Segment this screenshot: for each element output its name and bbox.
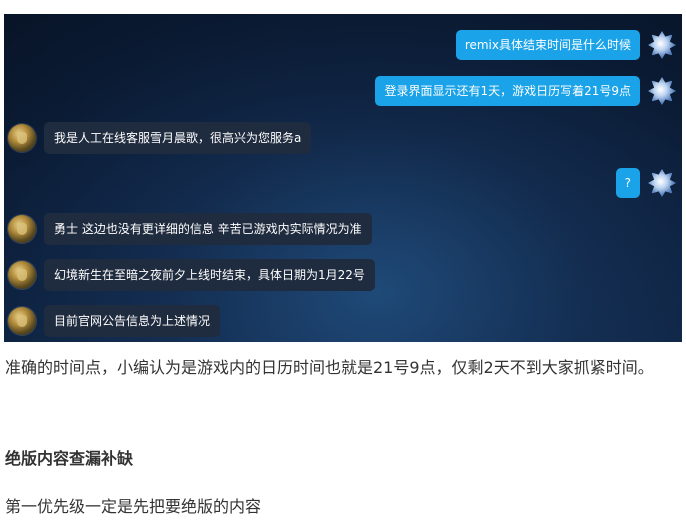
- user-avatar-icon: [648, 169, 676, 197]
- incoming-message-bubble: 目前官网公告信息为上述情况: [44, 305, 221, 337]
- incoming-message-bubble: 我是人工在线客服雪月晨歌，很高兴为您服务a: [44, 122, 312, 154]
- message-row-incoming: 勇士 这边也没有更详细的信息 辛苦已游戏内实际情况为准: [8, 213, 372, 245]
- incoming-message-bubble: 幻境新生在至暗之夜前夕上线时结束，具体日期为1月22号: [44, 259, 375, 291]
- outgoing-message-bubble: ?: [615, 168, 640, 198]
- user-avatar-icon: [648, 31, 676, 59]
- article-paragraph: 准确的时间点，小编认为是游戏内的日历时间也就是21号9点，仅剩2天不到大家抓紧时…: [5, 358, 654, 377]
- message-row-incoming: 我是人工在线客服雪月晨歌，很高兴为您服务a: [8, 122, 312, 154]
- user-avatar-icon: [648, 77, 676, 105]
- message-row-incoming: 目前官网公告信息为上述情况: [8, 305, 221, 337]
- agent-avatar-icon: [8, 261, 36, 289]
- article-heading: 绝版内容查漏补缺: [5, 449, 134, 468]
- outgoing-message-bubble: remix具体结束时间是什么时候: [455, 30, 640, 60]
- chat-screenshot: remix具体结束时间是什么时候 登录界面显示还有1天，游戏日历写着21号9点 …: [4, 14, 682, 342]
- incoming-message-bubble: 勇士 这边也没有更详细的信息 辛苦已游戏内实际情况为准: [44, 213, 372, 245]
- message-row-outgoing: ?: [615, 168, 676, 198]
- agent-avatar-icon: [8, 215, 36, 243]
- message-row-outgoing: remix具体结束时间是什么时候: [455, 30, 676, 60]
- message-row-incoming: 幻境新生在至暗之夜前夕上线时结束，具体日期为1月22号: [8, 259, 375, 291]
- agent-avatar-icon: [8, 307, 36, 335]
- article-paragraph: 第一优先级一定是先把要绝版的内容: [5, 497, 262, 516]
- message-row-outgoing: 登录界面显示还有1天，游戏日历写着21号9点: [375, 76, 676, 106]
- agent-avatar-icon: [8, 124, 36, 152]
- outgoing-message-bubble: 登录界面显示还有1天，游戏日历写着21号9点: [375, 76, 640, 106]
